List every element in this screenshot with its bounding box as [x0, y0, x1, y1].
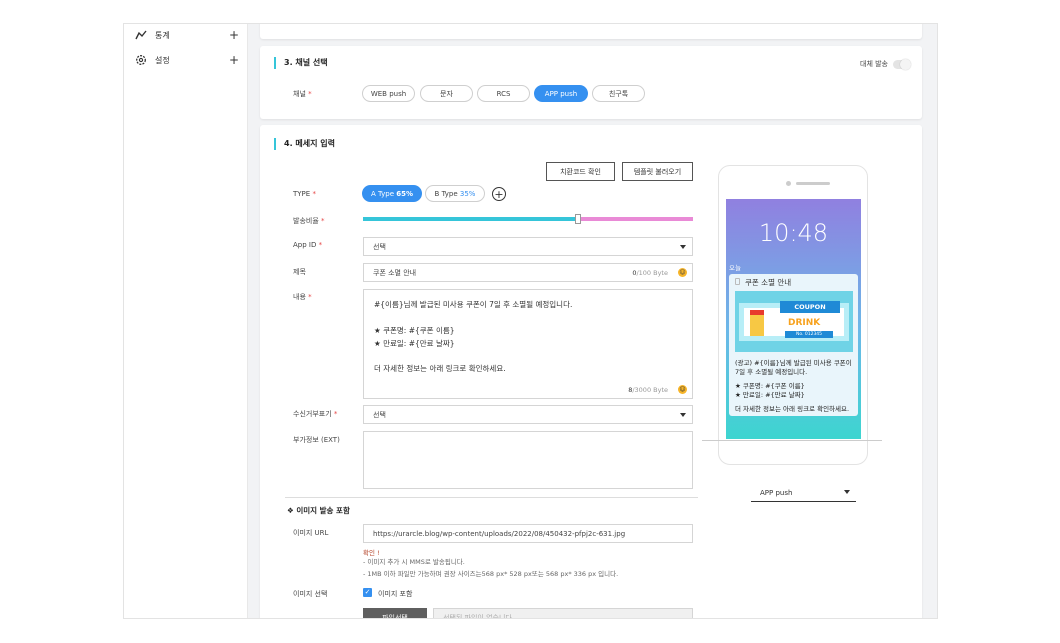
clock-time: 10:48 — [758, 219, 829, 247]
type-label: TYPE * — [293, 190, 316, 198]
divider — [285, 497, 698, 498]
image-select-label: 이미지 선택 — [293, 590, 328, 598]
include-image-checkbox[interactable]: ✓ — [363, 588, 372, 597]
subject-input[interactable]: 쿠폰 소멸 안내 0/100 Byte ☺ — [363, 263, 693, 282]
main-content: 3. 채널 선택 대체 발송 채널 * WEB push 문자 RCS APP … — [248, 24, 937, 618]
section-title: 4. 메세지 입력 — [274, 138, 335, 150]
channel-label: 채널 * — [293, 90, 312, 98]
channel-section: 3. 채널 선택 대체 발송 채널 * WEB push 문자 RCS APP … — [260, 46, 922, 119]
chevron-down-icon — [844, 490, 850, 494]
content-line: ★ 쿠폰명: #{쿠폰 이름} — [374, 326, 455, 335]
ratio-a-track — [363, 217, 578, 221]
phone-screen: 10:48 오늘 쿠폰 소멸 안내 COUPON DRINK No. 01234… — [726, 199, 861, 439]
preview-type-select[interactable]: APP push — [751, 484, 856, 502]
notif-title: 쿠폰 소멸 안내 — [745, 278, 792, 287]
notice-line: - 1MB 이하 파일만 가능하며 권장 사이즈는568 px* 528 px또… — [363, 570, 619, 578]
expand-icon[interactable]: + — [229, 53, 239, 67]
content-line: 더 자세한 정보는 아래 링크로 확인하세요. — [374, 364, 506, 373]
app-id-label: App ID * — [293, 241, 323, 249]
gear-icon — [134, 53, 148, 67]
drink-label: DRINK — [788, 318, 821, 328]
substitute-send-toggle[interactable] — [893, 59, 911, 70]
notif-body-line: 7일 후 소멸될 예정입니다. — [735, 368, 808, 376]
sidebar: 통계 + 설정 + — [124, 24, 248, 618]
image-url-label: 이미지 URL — [293, 529, 329, 537]
substitute-send-label: 대체 발송 — [860, 60, 888, 68]
today-label: 오늘 — [729, 264, 741, 272]
app-frame: 통계 + 설정 + 3. 채널 선택 대체 발송 채널 * WEB push 문… — [123, 23, 938, 619]
camera-icon — [786, 181, 791, 186]
push-notification-card: 쿠폰 소멸 안내 COUPON DRINK No. 012345 (광고) #{… — [729, 274, 858, 416]
file-select-button[interactable]: 파일선택 — [363, 608, 427, 618]
sidebar-item-label: 통계 — [155, 30, 170, 40]
previous-section-card — [260, 24, 922, 39]
chevron-down-icon — [680, 413, 686, 417]
sidebar-item-settings[interactable]: 설정 + — [134, 50, 239, 70]
subject-byte-count: 0/100 Byte — [632, 269, 668, 277]
image-section-title: ❖ 이미지 발송 포함 — [287, 506, 350, 515]
channel-option-rcs[interactable]: RCS — [477, 85, 530, 102]
replace-code-button[interactable]: 치환코드 확인 — [546, 162, 615, 181]
content-byte-count: 8/3000 Byte — [628, 386, 668, 394]
reject-label: 수신거부표기 * — [293, 410, 338, 418]
type-a-chip[interactable]: A Type 65% — [362, 185, 422, 202]
content-line: #{이름}님께 발급된 미사용 쿠폰이 7일 후 소멸될 예정입니다. — [374, 300, 573, 309]
load-template-button[interactable]: 템플릿 불러오기 — [622, 162, 693, 181]
content-line: ★ 만료일: #{만료 날짜} — [374, 339, 455, 348]
expand-icon[interactable]: + — [229, 28, 239, 42]
speaker-icon — [796, 182, 830, 185]
file-name-field: 선택된 파일이 없습니다. — [433, 608, 693, 618]
message-section: 4. 메세지 입력 치환코드 확인 템플릿 불러오기 TYPE * A Type… — [260, 125, 922, 618]
include-image-label: 이미지 포함 — [378, 590, 413, 598]
app-icon — [735, 278, 740, 285]
app-id-select[interactable]: 선택 — [363, 237, 693, 256]
sidebar-item-stats[interactable]: 통계 + — [134, 25, 239, 45]
subject-label: 제목 — [293, 268, 306, 276]
add-type-icon[interactable]: + — [492, 187, 506, 201]
emoji-icon[interactable]: ☺ — [678, 268, 687, 277]
notice-line: - 이미지 추가 시 MMS로 발송됩니다. — [363, 558, 465, 566]
content-textarea[interactable]: #{이름}님께 발급된 미사용 쿠폰이 7일 후 소멸될 예정입니다. ★ 쿠폰… — [363, 289, 693, 399]
channel-option-friendtalk[interactable]: 친구톡 — [592, 85, 645, 102]
chevron-down-icon — [680, 245, 686, 249]
slider-handle[interactable] — [575, 214, 581, 224]
emoji-icon[interactable]: ☺ — [678, 385, 687, 394]
phone-base-line — [702, 440, 882, 441]
phone-preview: 10:48 오늘 쿠폰 소멸 안내 COUPON DRINK No. 01234… — [702, 165, 882, 465]
coupon-number: No. 012345 — [785, 331, 833, 338]
type-b-chip[interactable]: B Type 35% — [425, 185, 485, 202]
ratio-b-track — [578, 217, 693, 221]
coupon-label: COUPON — [780, 301, 840, 313]
ext-label: 부가정보 (EXT) — [293, 436, 340, 444]
content-label: 내용 * — [293, 293, 312, 301]
send-ratio-slider[interactable] — [363, 214, 693, 224]
section-title: 3. 채널 선택 — [274, 57, 328, 69]
coupon-image: COUPON DRINK No. 012345 — [735, 291, 853, 352]
ratio-label: 발송비율 * — [293, 217, 325, 225]
channel-option-sms[interactable]: 문자 — [420, 85, 473, 102]
image-url-input[interactable]: https://urarcle.blog/wp-content/uploads/… — [363, 524, 693, 543]
reject-select[interactable]: 선택 — [363, 405, 693, 424]
channel-option-web-push[interactable]: WEB push — [362, 85, 415, 102]
sidebar-item-label: 설정 — [155, 55, 170, 65]
ext-textarea[interactable] — [363, 431, 693, 489]
chart-line-icon — [134, 28, 148, 42]
notif-body-line: ★ 만료일: #{만료 날짜} — [735, 391, 805, 399]
notif-body-line: 더 자세한 정보는 아래 링크로 확인하세요. — [735, 405, 850, 413]
channel-option-app-push[interactable]: APP push — [534, 85, 588, 102]
